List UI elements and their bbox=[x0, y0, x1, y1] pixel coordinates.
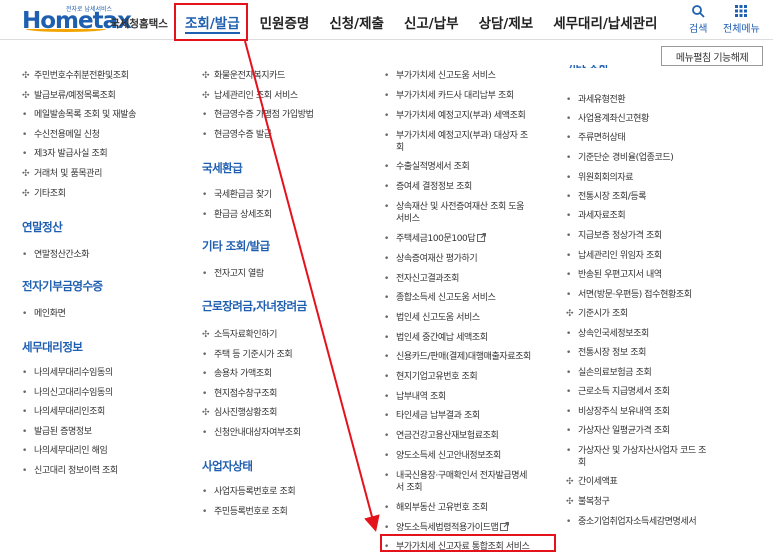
annotation-arrow bbox=[244, 40, 380, 532]
